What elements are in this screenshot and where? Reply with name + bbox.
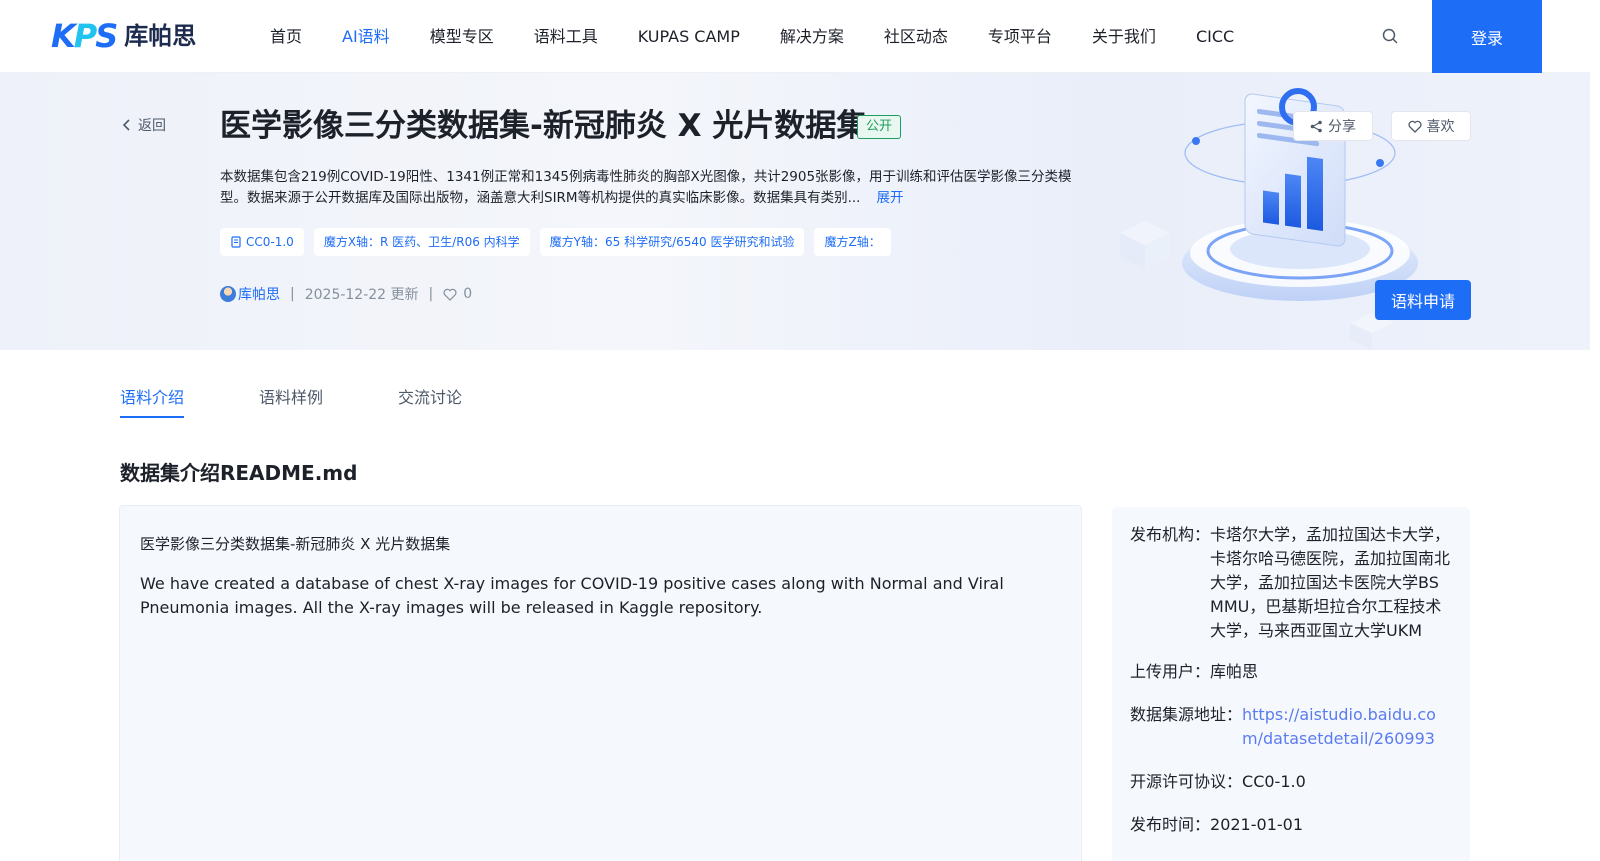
content-tabs: 语料介绍 语料样例 交流讨论 bbox=[120, 384, 537, 418]
dataset-title: 医学影像三分类数据集-新冠肺炎 X 光片数据集 bbox=[220, 108, 868, 144]
uploader-value: 库帕思 bbox=[1210, 662, 1259, 681]
update-date: 2025-12-22 更新 bbox=[304, 287, 419, 303]
author-link[interactable]: 库帕思 bbox=[238, 284, 280, 304]
like-count: 0 bbox=[443, 286, 472, 302]
publisher-label: 发布机构： bbox=[1130, 525, 1211, 544]
nav-corpus-tools[interactable]: 语料工具 bbox=[514, 0, 618, 73]
tab-discussion[interactable]: 交流讨论 bbox=[398, 384, 462, 418]
like-count-value: 0 bbox=[463, 286, 473, 302]
login-button[interactable]: 登录 bbox=[1432, 0, 1542, 73]
like-label: 喜欢 bbox=[1426, 119, 1455, 135]
tab-intro[interactable]: 语料介绍 bbox=[120, 384, 185, 418]
nav-home[interactable]: 首页 bbox=[250, 0, 322, 73]
back-label: 返回 bbox=[138, 118, 166, 134]
nav-special-platform[interactable]: 专项平台 bbox=[968, 0, 1072, 73]
meta-separator: | bbox=[428, 286, 434, 302]
readme-body: We have created a database of chest X-ra… bbox=[140, 574, 1004, 617]
nav-kupas-camp[interactable]: KUPAS CAMP bbox=[618, 0, 760, 73]
publisher-row: 发布机构： 卡塔尔大学，孟加拉国达卡大学，卡塔尔哈马德医院，孟加拉国南北大学，孟… bbox=[1130, 523, 1452, 643]
license-icon bbox=[231, 236, 241, 248]
license-label: 开源许可协议： bbox=[1130, 772, 1243, 791]
nav-models[interactable]: 模型专区 bbox=[410, 0, 514, 73]
description-text: 本数据集包含219例COVID-19阳性、1341例正常和1345例病毒性肺炎的… bbox=[220, 169, 1072, 206]
publisher-value: 卡塔尔大学，孟加拉国达卡大学，卡塔尔哈马德医院，孟加拉国南北大学，孟加拉国达卡医… bbox=[1210, 525, 1451, 640]
main-nav: 首页 AI语料 模型专区 语料工具 KUPAS CAMP 解决方案 社区动态 专… bbox=[250, 0, 1254, 73]
meta-separator: | bbox=[290, 286, 295, 302]
readme-heading: 医学影像三分类数据集-新冠肺炎 X 光片数据集 bbox=[140, 535, 451, 553]
dataset-info-card: 发布机构： 卡塔尔大学，孟加拉国达卡大学，卡塔尔哈马德医院，孟加拉国南北大学，孟… bbox=[1112, 507, 1470, 861]
readme-card: 医学影像三分类数据集-新冠肺炎 X 光片数据集 We have created … bbox=[119, 505, 1082, 861]
license-row: 开源许可协议： CC0-1.0 bbox=[1130, 770, 1306, 794]
nav-community[interactable]: 社区动态 bbox=[864, 0, 968, 73]
uploader-label: 上传用户： bbox=[1130, 662, 1211, 681]
release-label: 发布时间： bbox=[1130, 815, 1211, 834]
chevron-left-icon bbox=[122, 119, 130, 131]
section-title: 数据集介绍README.md bbox=[120, 461, 358, 485]
nav-cicc[interactable]: CICC bbox=[1176, 0, 1254, 73]
cube-z-tag[interactable]: 魔方Z轴： bbox=[814, 228, 891, 256]
search-icon[interactable] bbox=[1381, 27, 1401, 47]
nav-solutions[interactable]: 解决方案 bbox=[760, 0, 864, 73]
share-icon bbox=[1310, 120, 1322, 132]
logo[interactable]: KPS 库帕思 bbox=[51, 17, 196, 55]
license-value: CC0-1.0 bbox=[1242, 772, 1306, 791]
logo-mark: KPS bbox=[51, 17, 118, 55]
license-tag[interactable]: CC0-1.0 bbox=[220, 228, 304, 256]
tag-list: CC0-1.0 魔方X轴：R 医药、卫生/R06 内科学 魔方Y轴：65 科学研… bbox=[220, 228, 901, 256]
logo-text: 库帕思 bbox=[124, 22, 197, 50]
avatar bbox=[220, 286, 236, 302]
dataset-description: 本数据集包含219例COVID-19阳性、1341例正常和1345例病毒性肺炎的… bbox=[220, 167, 1085, 209]
expand-link[interactable]: 展开 bbox=[876, 190, 903, 206]
nav-about[interactable]: 关于我们 bbox=[1072, 0, 1176, 73]
share-button[interactable]: 分享 bbox=[1293, 111, 1373, 141]
nav-ai-corpus[interactable]: AI语料 bbox=[322, 0, 410, 73]
apply-corpus-button[interactable]: 语料申请 bbox=[1375, 280, 1471, 320]
release-value: 2021-01-01 bbox=[1210, 815, 1303, 834]
source-label: 数据集源地址： bbox=[1130, 705, 1243, 724]
release-row: 发布时间： 2021-01-01 bbox=[1130, 813, 1303, 837]
dataset-meta: 库帕思 | 2025-12-22 更新 | 0 bbox=[220, 284, 472, 304]
dataset-hero: 返回 医学影像三分类数据集-新冠肺炎 X 光片数据集 公开 本数据集包含219例… bbox=[0, 73, 1590, 350]
uploader-row: 上传用户： 库帕思 bbox=[1130, 660, 1258, 684]
license-tag-label: CC0-1.0 bbox=[246, 235, 294, 249]
cube-y-tag[interactable]: 魔方Y轴：65 科学研究/6540 医学研究和试验 bbox=[539, 228, 805, 256]
heart-icon bbox=[443, 288, 457, 301]
cube-x-tag[interactable]: 魔方X轴：R 医药、卫生/R06 内科学 bbox=[313, 228, 530, 256]
tab-samples[interactable]: 语料样例 bbox=[259, 384, 323, 418]
top-header: KPS 库帕思 首页 AI语料 模型专区 语料工具 KUPAS CAMP 解决方… bbox=[0, 0, 1590, 73]
like-button[interactable]: 喜欢 bbox=[1391, 111, 1471, 141]
heart-icon bbox=[1407, 120, 1422, 133]
back-link[interactable]: 返回 bbox=[122, 115, 166, 135]
source-row: 数据集源地址： https://aistudio.baidu.com/datas… bbox=[1130, 703, 1452, 751]
source-link[interactable]: https://aistudio.baidu.com/datasetdetail… bbox=[1242, 703, 1452, 751]
public-badge: 公开 bbox=[857, 115, 902, 139]
share-label: 分享 bbox=[1328, 119, 1356, 135]
